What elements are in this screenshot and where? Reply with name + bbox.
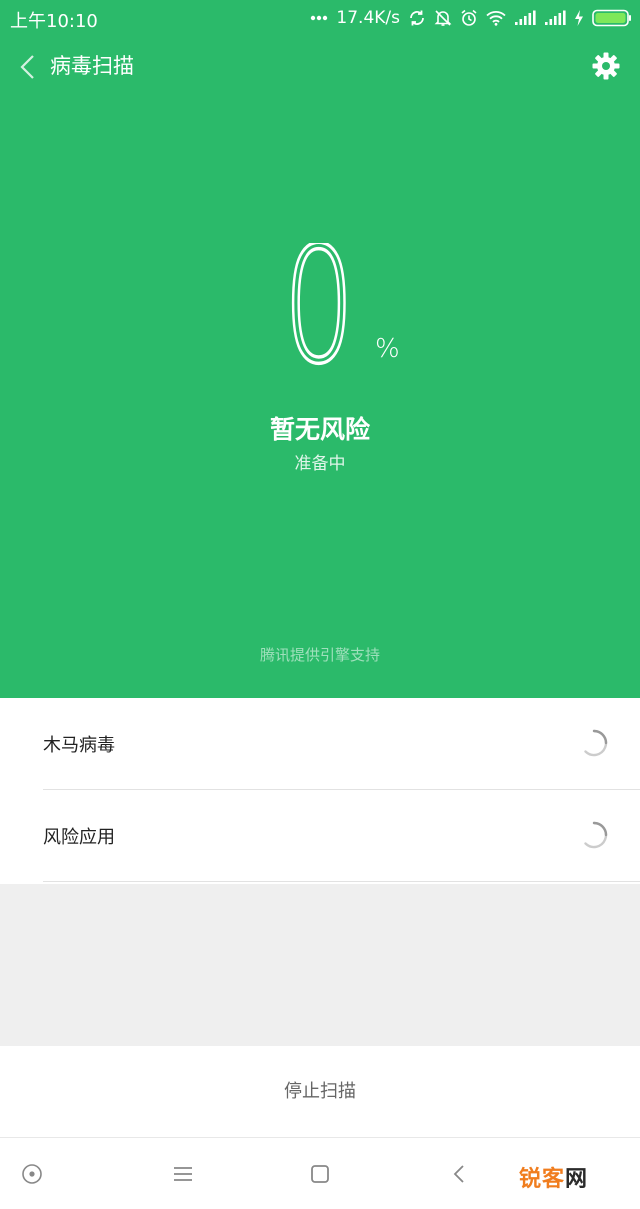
circle-dot-icon[interactable] [19,1161,45,1187]
percent-sign: % [375,334,400,364]
sync-icon [408,9,426,27]
back-icon[interactable] [447,1161,473,1187]
status-bar: 上午10:10 17.4K/s [0,0,640,36]
battery-icon [592,9,632,27]
list-item: 风险应用 [0,790,640,882]
stop-scan-button[interactable]: 停止扫描 [0,1046,640,1138]
engine-note: 腾讯提供引擎支持 [259,646,380,664]
stop-bar: 停止扫描 [0,1046,640,1138]
loading-spinner-icon [584,821,608,849]
square-icon[interactable] [307,1161,333,1187]
back-button[interactable] [14,52,44,82]
loading-spinner-icon [584,729,608,757]
network-speed: 17.4K/s [336,8,400,28]
watermark-logo: 锐客网 [519,1161,588,1193]
divider [43,881,640,882]
scan-hero-panel: 上午10:10 17.4K/s 病毒扫描 0 % 暂无风险 准备中 腾讯提供引擎… [0,0,640,698]
scan-item-list: 木马病毒 风险应用 [0,698,640,882]
charging-icon [574,9,584,27]
more-dots-icon [310,15,328,21]
alarm-icon [460,9,478,27]
wifi-icon [486,10,506,26]
scan-phase: 准备中 [294,454,346,474]
title-bar: 病毒扫描 [0,44,640,90]
chevron-left-icon [20,55,34,79]
svg-text:0: 0 [283,243,355,371]
settings-button[interactable] [592,52,620,80]
page-title: 病毒扫描 [50,54,134,78]
status-icons: 17.4K/s [310,6,632,30]
scan-item-label: 风险应用 [43,827,115,848]
watermark-text-last: 网 [565,1167,589,1192]
risk-status: 暂无风险 [269,415,370,444]
signal-icon [514,10,536,26]
gear-icon [592,52,620,80]
empty-area [0,884,640,1046]
mute-bell-icon [434,9,452,27]
list-item: 木马病毒 [0,698,640,790]
scan-item-label: 木马病毒 [43,735,115,756]
signal-icon [544,10,566,26]
status-time: 上午10:10 [10,11,98,32]
scan-progress-value: 0 [281,243,357,371]
watermark-text: 锐客 [519,1167,566,1192]
menu-icon[interactable] [170,1161,196,1187]
